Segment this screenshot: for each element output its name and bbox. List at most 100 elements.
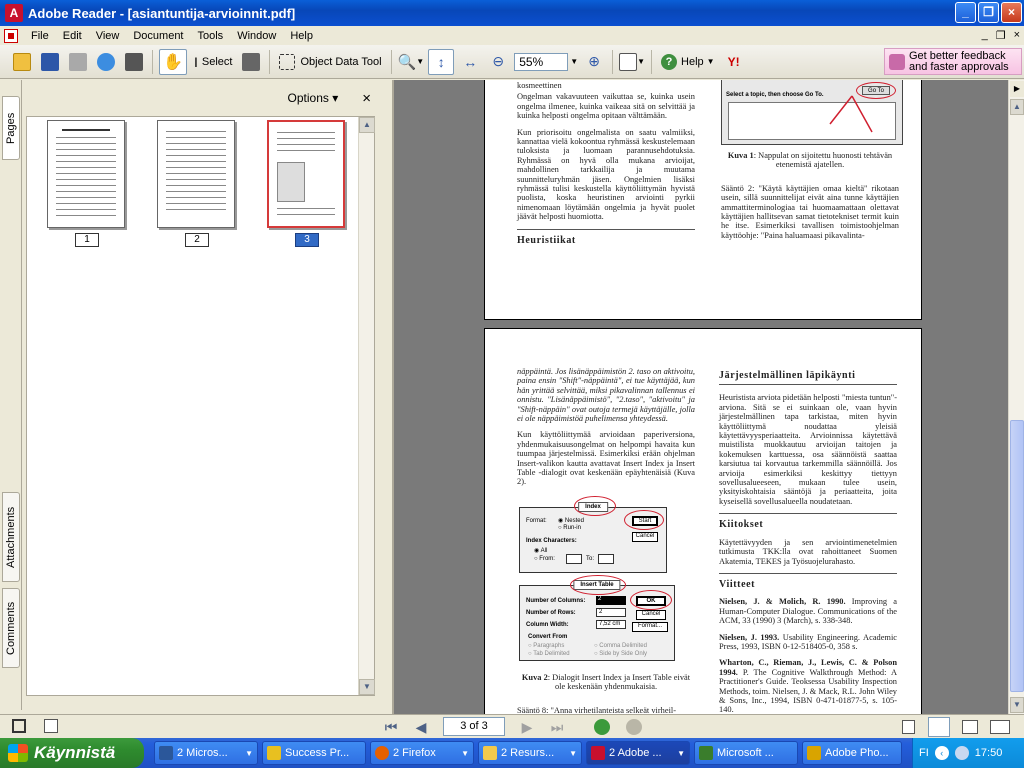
email-globe-icon	[97, 52, 115, 71]
caption-label: Kuva 1	[727, 151, 754, 160]
close-panel-button[interactable]: ×	[362, 90, 371, 107]
object-data-tool-button[interactable]: Object Data Tool	[276, 49, 384, 75]
save-button[interactable]	[38, 49, 62, 75]
doc-restore-button[interactable]: ❐	[996, 29, 1006, 42]
hand-tool-button[interactable]: ✋	[159, 48, 187, 75]
snapshot-tool-button[interactable]	[239, 49, 263, 75]
pages-panel: Options ▾ × 1 2 3 ▲ ▼	[22, 80, 385, 710]
task-adobe-reader[interactable]: 2 Adobe ... ▼	[586, 741, 690, 765]
task-microsoft[interactable]: Microsoft ...	[694, 741, 798, 765]
menu-file[interactable]: File	[24, 30, 56, 42]
tab-comments[interactable]: Comments	[2, 588, 20, 668]
doc-minimize-button[interactable]: _	[982, 29, 988, 42]
feedback-banner[interactable]: Get better feedback and faster approvals	[884, 48, 1022, 75]
dialog-button: Cancel	[632, 532, 658, 542]
dialog-input	[566, 554, 582, 564]
zoom-out-button[interactable]: ⊖	[486, 49, 510, 75]
page-layout-button[interactable]: ▼	[619, 49, 645, 75]
continuous-facing-view-icon[interactable]	[962, 720, 978, 734]
volume-icon[interactable]	[954, 746, 969, 760]
task-photoshop[interactable]: Adobe Pho...	[802, 741, 902, 765]
zoom-in-button[interactable]: ⊕	[582, 49, 606, 75]
document-viewer[interactable]: kosmeettinen Ongelman vakavuuteen vaikut…	[392, 80, 1008, 714]
email-button[interactable]	[94, 49, 118, 75]
menu-document[interactable]: Document	[126, 30, 190, 42]
menu-edit[interactable]: Edit	[56, 30, 89, 42]
screen-icon[interactable]	[12, 719, 26, 733]
go-forward-icon[interactable]	[626, 719, 642, 735]
app-icon	[267, 746, 281, 760]
language-indicator[interactable]: FI	[919, 747, 929, 759]
panel-arrow-right-icon[interactable]: ▶	[1010, 81, 1024, 97]
task-success[interactable]: Success Pr...	[262, 741, 366, 765]
previous-page-button[interactable]: ◀	[413, 719, 429, 735]
zoom-level-select[interactable]: 55% ▼	[514, 49, 578, 75]
page-thumbnail-2[interactable]	[157, 120, 235, 228]
single-page-view-icon[interactable]	[902, 720, 915, 734]
last-page-button[interactable]: ⏭	[549, 719, 565, 735]
menu-tools[interactable]: Tools	[191, 30, 231, 42]
document-scrollbar[interactable]: ▶ ▲ ▼	[1008, 80, 1024, 714]
folder-open-icon	[13, 52, 31, 71]
continuous-view-icon[interactable]	[928, 717, 950, 737]
tab-pages[interactable]: Pages	[2, 96, 20, 160]
page-thumbnail-1[interactable]	[47, 120, 125, 228]
minimize-button[interactable]: _	[955, 2, 976, 23]
print-button[interactable]	[66, 49, 90, 75]
doc-close-button[interactable]: ×	[1014, 29, 1020, 42]
help-button[interactable]: ? Help ▼	[658, 49, 718, 75]
reference: Nielsen, J. 1993. Usability Engineering.…	[719, 632, 897, 651]
tray-arrow-icon[interactable]: ‹	[934, 746, 949, 760]
page2-left-column: kosmeettinen Ongelman vakavuuteen vaikut…	[517, 81, 695, 253]
go-back-icon[interactable]	[594, 719, 610, 735]
menu-window[interactable]: Window	[230, 30, 283, 42]
scroll-up-arrow[interactable]: ▲	[1010, 99, 1024, 115]
yahoo-button[interactable]: Y!	[722, 49, 746, 75]
scroll-down-arrow[interactable]: ▼	[359, 679, 375, 695]
object-data-icon	[279, 53, 296, 70]
figure-1-caption: Kuva 1: Nappulat on sijoitettu huonosti …	[721, 151, 899, 170]
search-button[interactable]	[122, 49, 146, 75]
open-button[interactable]	[10, 49, 34, 75]
dialog-option: ○ Tab Delimited	[528, 651, 570, 657]
fit-page-button[interactable]: ↕	[428, 48, 455, 75]
scroll-up-arrow[interactable]: ▲	[359, 117, 375, 133]
adobe-reader-window: A Adobe Reader - [asiantuntija-arvioinni…	[0, 0, 1024, 768]
zoom-in-tool-button[interactable]: 🔍 ▼	[398, 49, 425, 75]
menu-view[interactable]: View	[89, 30, 127, 42]
clock: 17:50	[974, 747, 1003, 759]
fit-width-button[interactable]: ↔	[458, 49, 482, 75]
dialog-label: Format:	[526, 518, 547, 524]
tab-attachments[interactable]: Attachments	[2, 492, 20, 582]
start-button[interactable]: Käynnistä	[0, 738, 144, 768]
page-thumbnail-3[interactable]	[267, 120, 345, 228]
first-page-button[interactable]: ⏮	[383, 719, 399, 735]
zoom-value[interactable]: 55%	[514, 52, 569, 71]
task-explorer[interactable]: 2 Resurs... ▼	[478, 741, 582, 765]
paragraph: näppäintä. Jos lisänäppäimistön 2. taso …	[517, 367, 695, 424]
arrow-line	[851, 95, 873, 133]
task-word[interactable]: 2 Micros... ▼	[154, 741, 258, 765]
next-page-button[interactable]: ▶	[519, 719, 535, 735]
page-number-1[interactable]: 1	[75, 233, 99, 247]
select-tool-button[interactable]: I Select	[191, 49, 235, 75]
facing-view-icon[interactable]	[990, 720, 1010, 734]
restore-button[interactable]: ❐	[978, 2, 999, 23]
page-number-field[interactable]: 3 of 3	[443, 717, 505, 736]
close-window-button[interactable]: ×	[1001, 2, 1022, 23]
select-label: Select	[201, 55, 233, 68]
page-number-2[interactable]: 2	[185, 233, 209, 247]
thumbnail-scrollbar[interactable]: ▲ ▼	[358, 117, 375, 695]
toolbar-separator	[612, 49, 614, 74]
scroll-thumb[interactable]	[1010, 420, 1024, 692]
options-menu-button[interactable]: Options ▾	[288, 91, 339, 105]
dialog-input	[598, 554, 614, 564]
pdf-document-icon[interactable]	[4, 28, 18, 43]
menu-help[interactable]: Help	[283, 30, 320, 42]
plus-circle-icon: ⊕	[588, 53, 600, 69]
page-number-3[interactable]: 3	[295, 233, 319, 247]
scroll-down-arrow[interactable]: ▼	[1010, 697, 1024, 713]
pdf-page-3: näppäintä. Jos lisänäppäimistön 2. taso …	[484, 328, 922, 714]
document-status-icon[interactable]	[44, 719, 58, 733]
task-firefox[interactable]: 2 Firefox ▼	[370, 741, 474, 765]
